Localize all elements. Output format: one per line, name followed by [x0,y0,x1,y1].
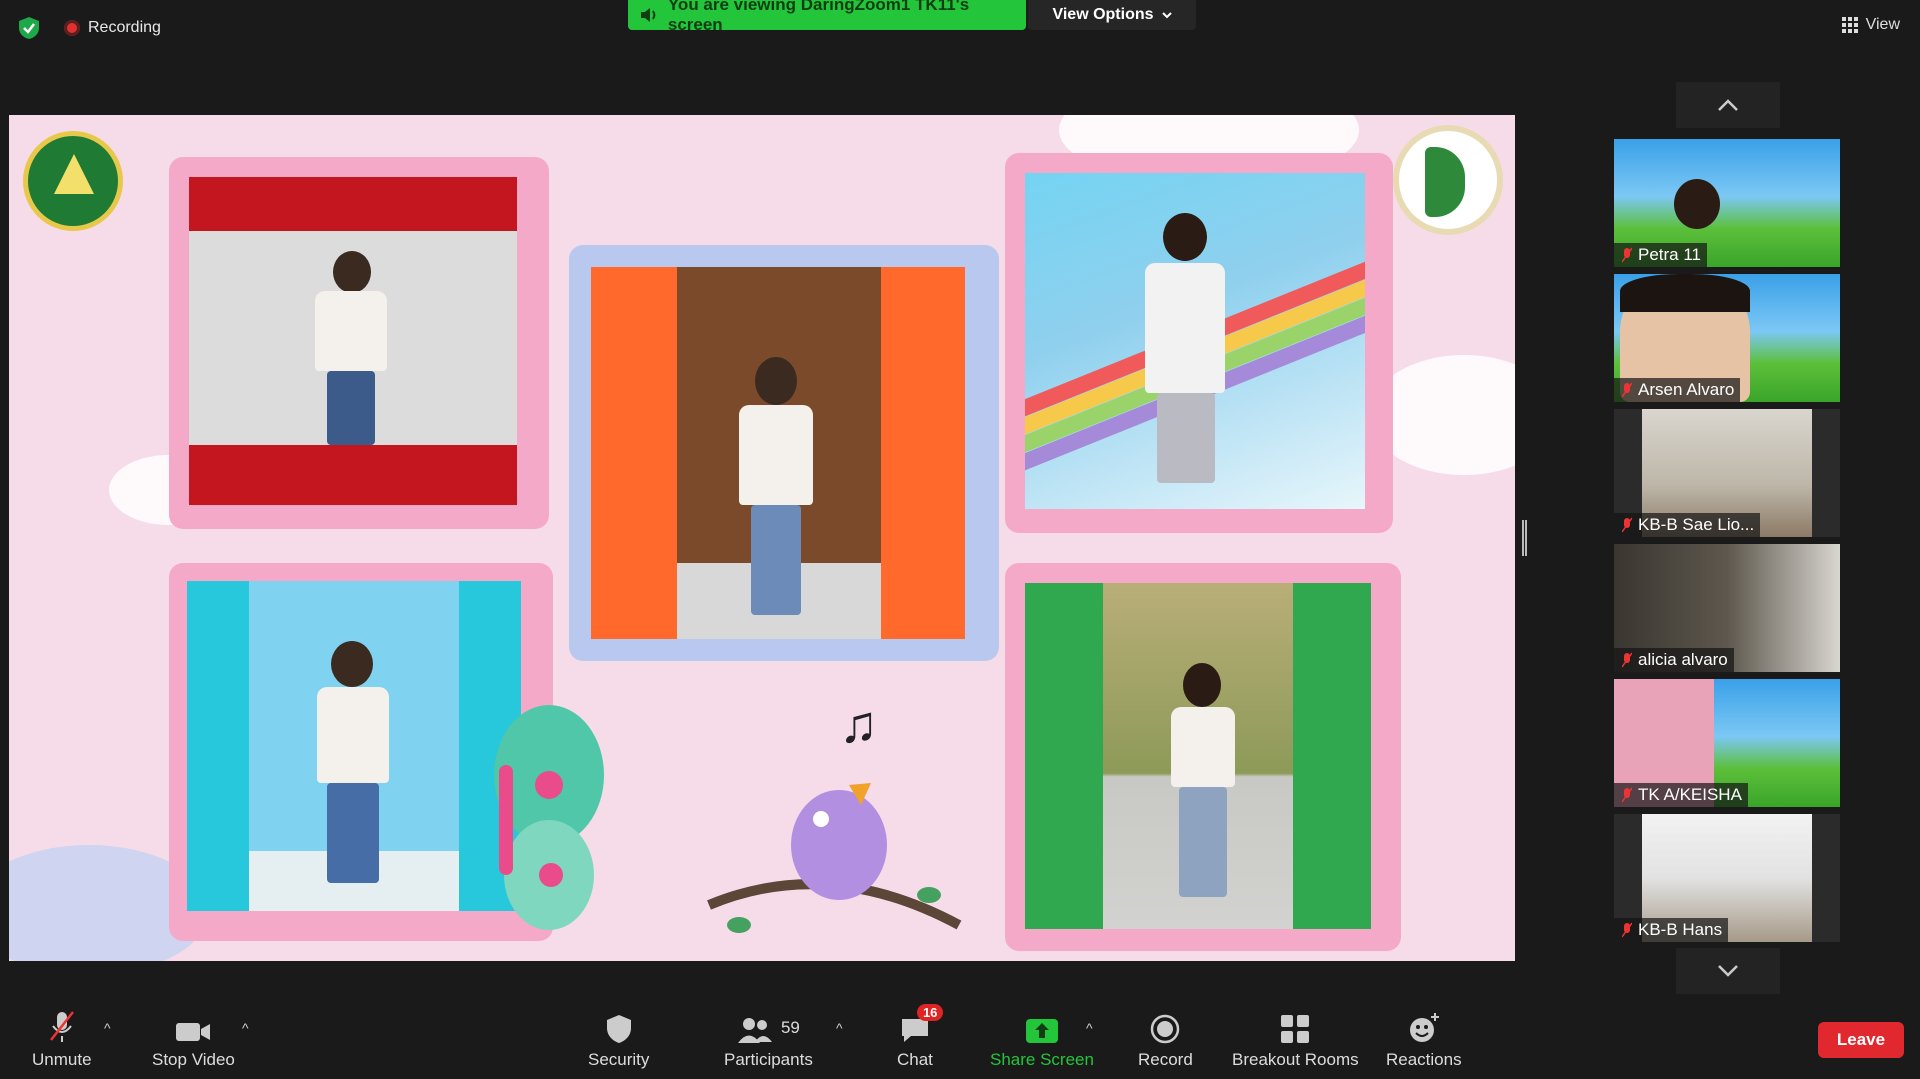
meeting-toolbar: Unmute ^ Stop Video ^ Security 59 Partic [0,996,1920,1079]
petra-logo [1393,125,1503,235]
shield-icon [606,1015,631,1043]
view-label: View [1865,16,1900,33]
participants-icon [737,1018,772,1043]
audio-options-caret[interactable]: ^ [104,1020,111,1036]
participant-photo [1025,173,1365,509]
stop-video-button[interactable]: Stop Video [152,1010,235,1070]
share-screen-label: Share Screen [990,1050,1094,1069]
recording-label: Recording [88,19,161,36]
participants-label: Participants [724,1050,813,1069]
muted-mic-icon [1622,787,1632,803]
participant-tile[interactable]: Petra 11 [1614,139,1840,267]
participants-count: 59 [780,1018,800,1037]
reactions-button[interactable]: Reactions [1386,1010,1462,1070]
grid-view-icon [1841,17,1858,33]
participant-name: Petra 11 [1614,243,1708,267]
viewing-banner-text: You are viewing DaringZoom1 TK11's scree… [667,0,970,34]
participant-name: KB-B Sae Lio... [1614,513,1761,537]
chevron-up-icon [1718,99,1738,111]
participant-tile[interactable]: TK A/KEISHA [1614,679,1840,807]
participant-tile[interactable]: Arsen Alvaro [1614,274,1840,402]
photo-frame [1005,153,1393,533]
reactions-icon [1409,1013,1439,1042]
photo-frame [1005,563,1401,951]
video-options-caret[interactable]: ^ [242,1020,249,1036]
top-bar: Recording You are viewing DaringZoom1 TK… [0,0,1920,56]
speaker-icon [640,8,656,22]
stop-video-label: Stop Video [152,1050,235,1069]
photo-frame [169,157,549,529]
view-button[interactable]: View [1841,16,1900,34]
leave-button[interactable]: Leave [1818,1022,1904,1058]
share-options-caret[interactable]: ^ [1086,1020,1093,1036]
photo-frame [569,245,999,661]
video-camera-icon [176,1023,211,1041]
shield-icon[interactable] [18,16,40,40]
participant-tile[interactable]: alicia alvaro [1614,544,1840,672]
school-logo [23,131,123,231]
shared-screen: ♫ [9,115,1515,961]
breakout-rooms-label: Breakout Rooms [1232,1050,1359,1069]
chat-badge: 16 [916,1004,944,1021]
participants-options-caret[interactable]: ^ [836,1020,843,1036]
participant-name: Arsen Alvaro [1614,378,1741,402]
muted-mic-icon [1622,517,1632,533]
reactions-label: Reactions [1386,1050,1462,1069]
record-button[interactable]: Record [1138,1010,1193,1070]
participant-tile[interactable]: KB-B Hans [1614,814,1840,942]
security-button[interactable]: Security [588,1010,649,1070]
view-options-button[interactable]: View Options [1028,0,1196,30]
participant-photo [187,581,521,911]
muted-mic-icon [49,1011,74,1042]
bird-decoration [707,783,962,933]
breakout-rooms-icon [1281,1015,1310,1043]
butterfly-decoration [494,705,604,930]
muted-mic-icon [1622,247,1632,263]
unmute-button[interactable]: Unmute [32,1010,92,1070]
resize-handle[interactable] [1522,520,1527,556]
share-screen-icon [1025,1019,1058,1043]
participants-button[interactable]: 59 Participants [724,1010,813,1070]
security-label: Security [588,1050,650,1069]
gallery-up-button[interactable] [1676,82,1780,128]
muted-mic-icon [1622,652,1632,668]
participant-name: alicia alvaro [1614,648,1734,672]
participant-tile[interactable]: KB-B Sae Lio... [1614,409,1840,537]
muted-mic-icon [1622,922,1632,938]
participant-photo [591,267,965,639]
record-label: Record [1138,1050,1193,1069]
record-icon [64,20,80,36]
viewing-banner: You are viewing DaringZoom1 TK11's scree… [628,0,1026,34]
unmute-label: Unmute [32,1050,92,1069]
view-options-label: View Options [1052,6,1154,23]
participant-name: TK A/KEISHA [1614,783,1748,807]
participant-name: KB-B Hans [1614,918,1729,942]
muted-mic-icon [1622,382,1632,398]
gallery-down-button[interactable] [1676,948,1780,994]
chevron-down-icon [1718,965,1738,977]
share-screen-button[interactable]: Share Screen [990,1010,1094,1070]
breakout-rooms-button[interactable]: Breakout Rooms [1232,1010,1359,1070]
music-note-icon: ♫ [839,696,878,754]
chat-label: Chat [897,1050,933,1069]
chevron-down-icon [1161,12,1172,19]
chat-button[interactable]: 16 Chat [897,1004,944,1070]
recording-indicator[interactable]: Recording [64,18,161,38]
participant-photo [189,177,517,505]
record-button-icon [1151,1014,1180,1044]
participant-photo [1025,583,1371,929]
